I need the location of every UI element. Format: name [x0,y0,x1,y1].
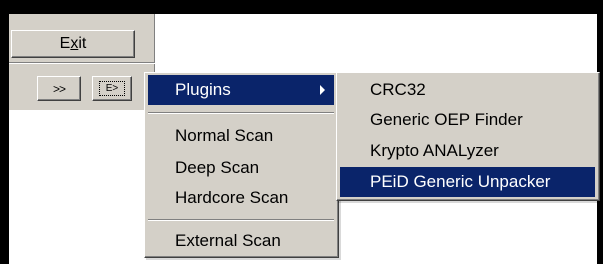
exit-button[interactable]: Exit [11,30,135,58]
menu-item-label: Deep Scan [175,158,260,177]
menu-item-deep-scan[interactable]: Deep Scan [148,153,334,183]
submenu-item-peid-generic-unpacker[interactable]: PEiD Generic Unpacker [340,167,595,197]
scan-menu-button[interactable]: E> [92,76,132,101]
submenu-item-label: Krypto ANALyzer [370,141,499,160]
chevron-right-icon [320,85,325,95]
menu-item-plugins[interactable]: Plugins [148,75,334,105]
fast-forward-label: >> [52,81,66,96]
submenu-item-label: Generic OEP Finder [370,110,523,129]
menu-item-label: Plugins [175,80,231,99]
fast-forward-button[interactable]: >> [37,76,81,101]
window-frame-left [0,0,9,264]
menu-item-label: Normal Scan [175,126,274,145]
window-frame-top [0,0,603,14]
exit-button-label: Exit [59,35,87,52]
menu-item-external-scan[interactable]: External Scan [148,226,334,256]
submenu-item-crc32[interactable]: CRC32 [340,75,595,105]
submenu-item-generic-oep-finder[interactable]: Generic OEP Finder [340,105,595,135]
scan-context-menu: Plugins Normal Scan Deep Scan Hardcore S… [144,72,339,258]
menu-separator [148,219,334,221]
panel-divider [9,62,155,64]
submenu-item-label: PEiD Generic Unpacker [370,172,551,191]
menu-separator [148,112,334,114]
menu-item-label: External Scan [175,231,281,250]
scan-icon: E> [99,81,125,96]
menu-item-normal-scan[interactable]: Normal Scan [148,121,334,151]
menu-item-hardcore-scan[interactable]: Hardcore Scan [148,183,334,213]
plugins-submenu: CRC32 Generic OEP Finder Krypto ANALyzer… [336,72,600,201]
menu-item-label: Hardcore Scan [175,188,289,207]
submenu-item-label: CRC32 [370,80,426,99]
submenu-item-krypto-analyzer[interactable]: Krypto ANALyzer [340,136,595,166]
